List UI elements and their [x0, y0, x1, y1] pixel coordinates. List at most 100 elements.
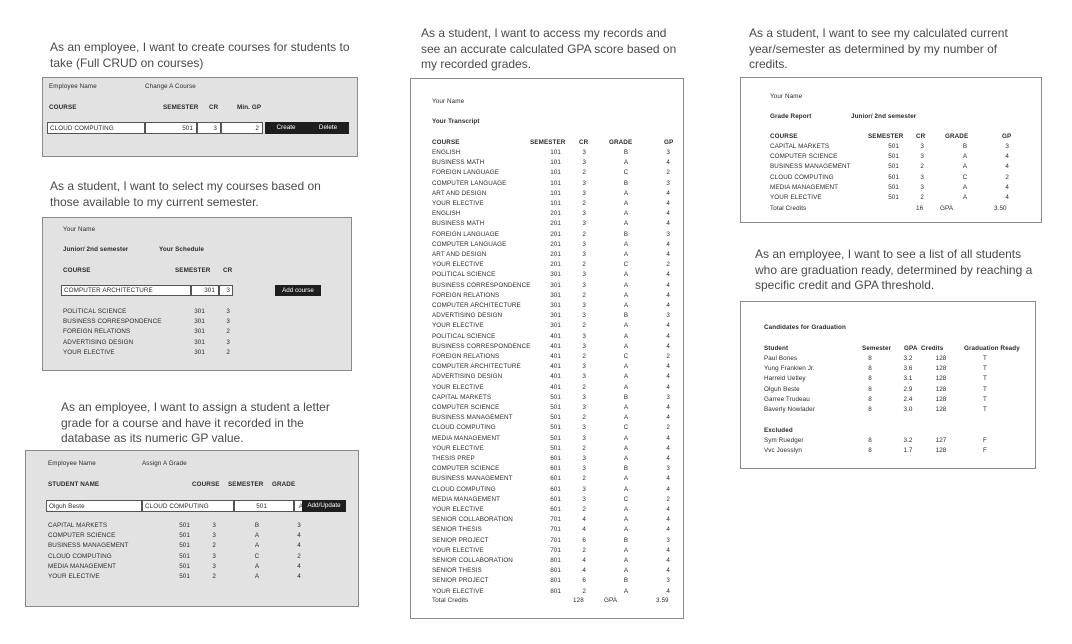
course-input[interactable]: CLOUD COMPUTING — [47, 122, 145, 134]
grade-header: GRADE — [609, 139, 633, 146]
row-course: ART AND DESIGN — [432, 251, 487, 258]
row-course: COMPUTER ARCHITECTURE — [432, 363, 521, 371]
row-gp: 4 — [666, 485, 670, 493]
course-select[interactable]: CLOUD COMPUTING — [142, 500, 234, 512]
graduation-ready-header: Graduation Ready — [964, 345, 1020, 352]
story-select-courses: As a student, I want to select my course… — [50, 179, 321, 209]
row-credits: 3 — [582, 342, 586, 350]
row-credits: 2 — [920, 163, 924, 171]
row-grade: A — [623, 271, 629, 279]
row-credits: 128 — [935, 355, 947, 362]
row-gpa: 3.2 — [903, 437, 913, 444]
row-course: CAPITAL MARKETS — [770, 143, 830, 150]
row-credits: 3 — [582, 240, 586, 248]
delete-button[interactable]: Delete — [307, 122, 349, 134]
semester-select[interactable]: 501 — [234, 500, 294, 512]
row-gpa: 2.9 — [903, 385, 913, 393]
semester-select[interactable]: 301 — [191, 285, 219, 296]
row-credits: 3 — [582, 373, 586, 381]
row-gp: 4 — [666, 322, 670, 330]
row-grade: B — [623, 149, 629, 156]
row-credits: 2 — [920, 194, 924, 201]
row-gp: 4 — [666, 516, 670, 524]
row-grade: A — [623, 251, 629, 258]
row-course: YOUR ELECTIVE — [432, 261, 484, 269]
row-course: YOUR ELECTIVE — [770, 194, 822, 201]
row-gp: 4 — [666, 526, 670, 534]
row-course: FOREIGN RELATIONS — [432, 291, 500, 299]
row-ready: T — [983, 355, 987, 362]
row-credits: 3 — [582, 332, 586, 340]
cr-input[interactable]: 3 — [197, 122, 221, 134]
row-credits: 3 — [582, 189, 586, 197]
row-credits: 3 — [582, 159, 586, 167]
semester-header: SEMESTER — [228, 481, 264, 488]
course-header: COURSE — [432, 139, 460, 146]
row-course: YOUR ELECTIVE — [432, 383, 484, 391]
row-grade: A — [623, 567, 629, 575]
semester-input[interactable]: 501 — [145, 122, 197, 134]
row-course: SENIOR THESIS — [432, 567, 482, 575]
row-grade: B — [623, 577, 629, 585]
row-credits: 4 — [582, 526, 586, 534]
row-grade: A — [623, 434, 629, 442]
row-gp: 2 — [666, 261, 670, 269]
gpa-value: 3.59 — [656, 597, 669, 604]
course-header: COURSE — [770, 133, 798, 140]
row-student: Vvc Joesslyn — [764, 447, 802, 455]
row-credits: 3 — [226, 318, 230, 326]
row-gp: 4 — [666, 302, 670, 309]
semester-header: SEMESTER — [163, 104, 199, 111]
row-semester: 8 — [868, 365, 872, 373]
row-grade: B — [623, 393, 629, 401]
row-course: BUSINESS CORRESPONDENCE — [432, 342, 531, 350]
row-gp: 2 — [666, 495, 670, 503]
row-gp: 2 — [666, 424, 670, 432]
row-gp: 3 — [666, 577, 670, 585]
row-course: COMPUTER SCIENCE — [432, 465, 500, 473]
row-grade: C — [623, 424, 629, 432]
add-update-button[interactable]: Add/Update — [302, 500, 346, 512]
row-gp: 3 — [666, 179, 670, 187]
row-course: YOUR ELECTIVE — [63, 348, 115, 356]
row-grade: B — [623, 536, 629, 544]
create-button[interactable]: Create — [265, 122, 307, 134]
row-grade: B — [623, 312, 629, 320]
row-grade: C — [623, 353, 629, 360]
row-course: SENIOR PROJECT — [432, 577, 489, 585]
student-name-input[interactable]: Olguh Beste — [46, 500, 142, 512]
row-gp: 4 — [1005, 183, 1009, 191]
row-credits: 3 — [582, 220, 586, 228]
transcript-panel: Your Name Your Transcript COURSE SEMESTE… — [410, 78, 684, 619]
row-course: BUSINESS CORRESPONDENCE — [63, 318, 162, 326]
row-gp: 2 — [666, 169, 670, 177]
row-course: CLOUD COMPUTING — [432, 424, 496, 432]
row-gp: 4 — [297, 573, 301, 580]
row-course: CAPITAL MARKETS — [432, 393, 492, 401]
row-grade: A — [623, 240, 629, 248]
row-credits: 3 — [582, 363, 586, 371]
row-course: CLOUD COMPUTING — [48, 552, 112, 560]
row-grade: A — [623, 322, 629, 330]
row-course: YOUR ELECTIVE — [432, 322, 484, 330]
course-select[interactable]: COMPUTER ARCHITECTURE — [61, 285, 191, 296]
employee-name-label: Employee Name — [49, 83, 97, 90]
mode-label: Assign A Grade — [142, 460, 187, 467]
row-grade: A — [623, 291, 629, 299]
transcript-title: Your Transcript — [432, 118, 480, 125]
row-course: ADVERTISING DESIGN — [432, 312, 503, 320]
row-course: MEDIA MANAGEMENT — [432, 495, 501, 503]
row-credits: 3 — [582, 465, 586, 473]
row-gp: 4 — [666, 506, 670, 513]
row-gp: 4 — [666, 291, 670, 299]
min-gp-input[interactable]: 2 — [221, 122, 263, 134]
row-credits: 3 — [212, 552, 216, 560]
row-course: YOUR ELECTIVE — [432, 444, 484, 452]
story-transcript: As a student, I want to access my record… — [421, 26, 677, 71]
row-credits: 2 — [582, 506, 586, 513]
row-gp: 4 — [666, 404, 670, 411]
row-student: Yung Franklen Jr. — [764, 365, 815, 373]
add-course-button[interactable]: Add course — [275, 285, 321, 296]
row-credits: 4 — [582, 567, 586, 575]
row-credits: 2 — [212, 573, 216, 580]
